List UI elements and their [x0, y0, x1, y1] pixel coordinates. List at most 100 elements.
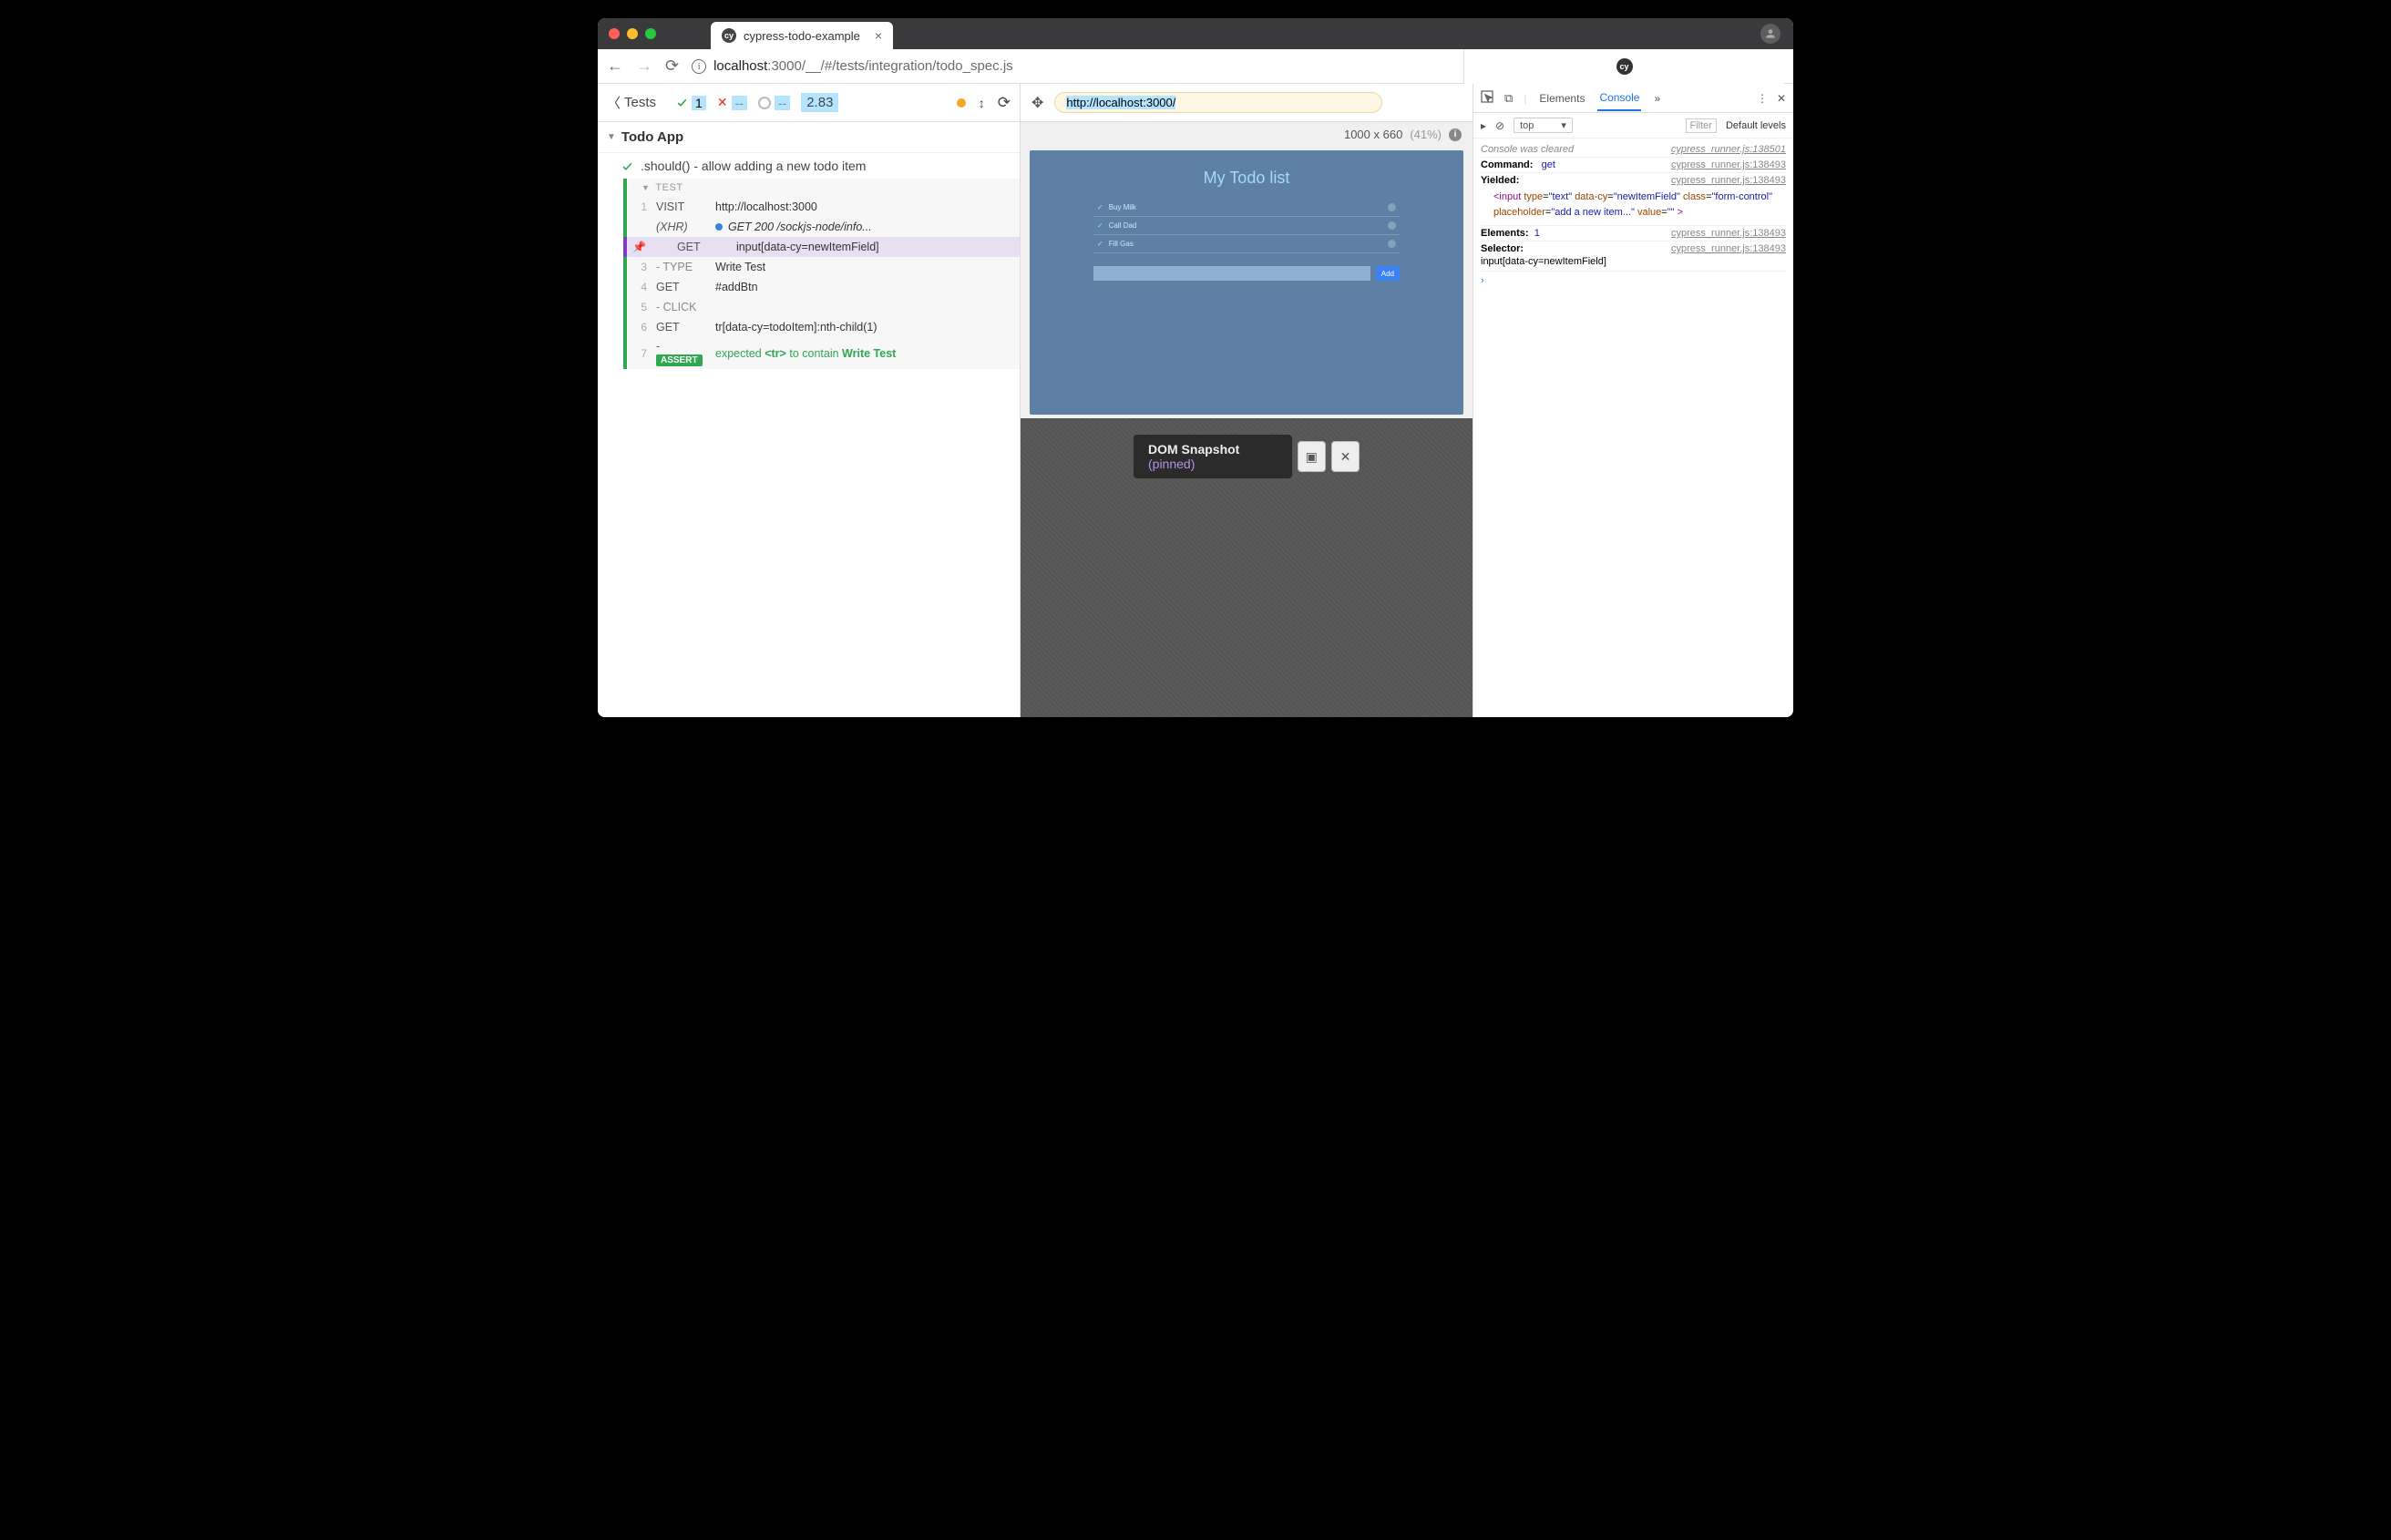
close-window-icon[interactable]	[609, 28, 620, 39]
cypress-extension-icon[interactable]: cy	[1616, 58, 1633, 75]
app-content: 〈 Tests 1 ✕ -- -- 2.83	[598, 84, 1793, 717]
body-label: ▼ TEST	[627, 179, 1020, 197]
runner-header: 〈 Tests 1 ✕ -- -- 2.83	[598, 84, 1020, 122]
command-row[interactable]: 4GET#addBtn	[627, 277, 1020, 297]
todo-item[interactable]: ✓Call Dad	[1093, 217, 1400, 235]
source-link[interactable]: cypress_runner.js:138493	[1671, 228, 1786, 239]
collapse-icon[interactable]: ↕	[979, 96, 985, 110]
console-line: Yielded: cypress_runner.js:138493	[1481, 173, 1786, 188]
source-link[interactable]: cypress_runner.js:138493	[1671, 159, 1786, 170]
pin-icon: 📌	[632, 241, 646, 253]
devtools-close-icon[interactable]: ✕	[1777, 92, 1786, 105]
favicon-icon: cy	[722, 28, 736, 43]
caret-down-icon: ▼	[641, 183, 650, 192]
clear-console-icon[interactable]: ⊘	[1495, 119, 1504, 132]
stat-failed: ✕ --	[717, 95, 747, 110]
snapshot-controls: DOM Snapshot (pinned) ▣ ✕	[1134, 435, 1360, 478]
highlight-button[interactable]: ▣	[1298, 441, 1326, 472]
command-row[interactable]: 3- TYPEWrite Test	[627, 257, 1020, 277]
remove-icon[interactable]	[1388, 240, 1396, 248]
console-line: Console was cleared cypress_runner.js:13…	[1481, 142, 1786, 158]
url-host: localhost	[713, 58, 767, 74]
command-row[interactable]: (XHR)GET 200 /sockjs-node/info...	[627, 217, 1020, 237]
stat-passed: 1	[676, 96, 706, 110]
snapshot-area: DOM Snapshot (pinned) ▣ ✕	[1021, 418, 1473, 717]
add-button[interactable]: Add	[1376, 266, 1400, 281]
test-body: ▼ TEST 1VISIThttp://localhost:3000(XHR)G…	[623, 179, 1020, 369]
browser-tab[interactable]: cy cypress-todo-example ×	[711, 22, 893, 49]
tab-console[interactable]: Console	[1597, 86, 1641, 111]
console-prompt[interactable]: ›	[1481, 272, 1786, 290]
app-iframe: My Todo list ✓Buy Milk✓Call Dad✓Fill Gas…	[1030, 150, 1463, 415]
back-to-tests-button[interactable]: 〈 Tests	[607, 93, 656, 112]
rerun-icon[interactable]: ⟳	[998, 94, 1011, 112]
console-line: Command: get cypress_runner.js:138493	[1481, 158, 1786, 173]
app-title: My Todo list	[1030, 169, 1463, 188]
selector-value: input[data-cy=newItemField]	[1481, 256, 1786, 272]
command-row[interactable]: 1VISIThttp://localhost:3000	[627, 197, 1020, 217]
check-icon	[676, 97, 688, 108]
inspect-icon[interactable]	[1481, 90, 1493, 106]
tab-title: cypress-todo-example	[744, 29, 860, 43]
preview-url[interactable]: http://localhost:3000/	[1054, 92, 1382, 113]
app-preview-panel: ✥ http://localhost:3000/ 1000 x 660 (41%…	[1021, 84, 1473, 717]
reload-icon[interactable]: ⟳	[665, 56, 679, 76]
check-icon: ✓	[1097, 240, 1103, 248]
x-icon: ✕	[717, 95, 728, 110]
url-path: :3000/__/#/tests/integration/todo_spec.j…	[767, 58, 1012, 74]
back-icon[interactable]: ←	[607, 56, 623, 76]
check-icon: ✓	[1097, 203, 1103, 211]
command-row-assert[interactable]: 7 - ASSERT expected <tr> to contain Writ…	[627, 337, 1020, 369]
unpin-button[interactable]: ✕	[1331, 441, 1360, 472]
close-tab-icon[interactable]: ×	[875, 28, 882, 43]
traffic-lights	[609, 28, 656, 39]
source-link[interactable]: cypress_runner.js:138501	[1671, 144, 1786, 155]
site-info-icon[interactable]: i	[692, 59, 706, 74]
more-tabs-icon[interactable]: »	[1654, 92, 1660, 105]
url-field[interactable]: i localhost:3000/__/#/tests/integration/…	[692, 58, 1451, 74]
chevron-left-icon: 〈	[607, 93, 621, 112]
source-link[interactable]: cypress_runner.js:138493	[1671, 243, 1786, 254]
browser-window: cy cypress-todo-example × ← → ⟳ i localh…	[598, 18, 1793, 717]
source-link[interactable]: cypress_runner.js:138493	[1671, 175, 1786, 186]
tab-elements[interactable]: Elements	[1537, 87, 1586, 110]
maximize-window-icon[interactable]	[645, 28, 656, 39]
command-row[interactable]: 📌GETinput[data-cy=newItemField]	[623, 237, 1020, 257]
duration: 2.83	[801, 93, 838, 112]
console-line: Selector: cypress_runner.js:138493	[1481, 241, 1786, 256]
check-icon: ✓	[1097, 221, 1103, 230]
command-row[interactable]: 5- CLICK	[627, 297, 1020, 317]
address-bar: ← → ⟳ i localhost:3000/__/#/tests/integr…	[598, 49, 1793, 84]
titlebar: cy cypress-todo-example ×	[598, 18, 1793, 49]
profile-icon[interactable]	[1760, 24, 1780, 44]
todo-item[interactable]: ✓Fill Gas	[1093, 235, 1400, 253]
command-log-panel: 〈 Tests 1 ✕ -- -- 2.83	[598, 84, 1021, 717]
check-icon	[621, 160, 633, 172]
suite-header[interactable]: ▼ Todo App	[598, 122, 1020, 153]
forward-icon[interactable]: →	[636, 56, 652, 76]
snapshot-label: DOM Snapshot (pinned)	[1134, 435, 1292, 478]
selector-playground-icon[interactable]: ✥	[1031, 94, 1043, 112]
log-levels[interactable]: Default levels	[1726, 120, 1786, 131]
command-row[interactable]: 6GETtr[data-cy=todoItem]:nth-child(1)	[627, 317, 1020, 337]
caret-down-icon: ▼	[607, 132, 616, 142]
remove-icon[interactable]	[1388, 203, 1396, 211]
device-icon[interactable]: ⧉	[1504, 91, 1513, 106]
devtools-panel: ⧉ | Elements Console » ⋮ ✕ ▸ ⊘ top▾ Filt…	[1473, 84, 1793, 717]
todo-item[interactable]: ✓Buy Milk	[1093, 199, 1400, 217]
context-select[interactable]: top▾	[1514, 118, 1573, 133]
new-item-input[interactable]	[1093, 266, 1370, 281]
minimize-window-icon[interactable]	[627, 28, 638, 39]
console-line: Elements: 1 cypress_runner.js:138493	[1481, 226, 1786, 241]
test-row[interactable]: .should() - allow adding a new todo item	[598, 153, 1020, 179]
console-filter-input[interactable]: Filter	[1686, 118, 1717, 133]
stat-pending: --	[758, 96, 790, 110]
devtools-tabs: ⧉ | Elements Console » ⋮ ✕	[1473, 84, 1793, 113]
info-icon[interactable]: i	[1449, 128, 1462, 141]
status-dot-icon	[957, 98, 966, 108]
console-play-icon[interactable]: ▸	[1481, 119, 1486, 132]
remove-icon[interactable]	[1388, 221, 1396, 230]
viewport-meta: 1000 x 660 (41%) i	[1021, 122, 1473, 147]
devtools-menu-icon[interactable]: ⋮	[1757, 92, 1768, 105]
yielded-element[interactable]: <input type="text" data-cy="newItemField…	[1481, 188, 1786, 226]
